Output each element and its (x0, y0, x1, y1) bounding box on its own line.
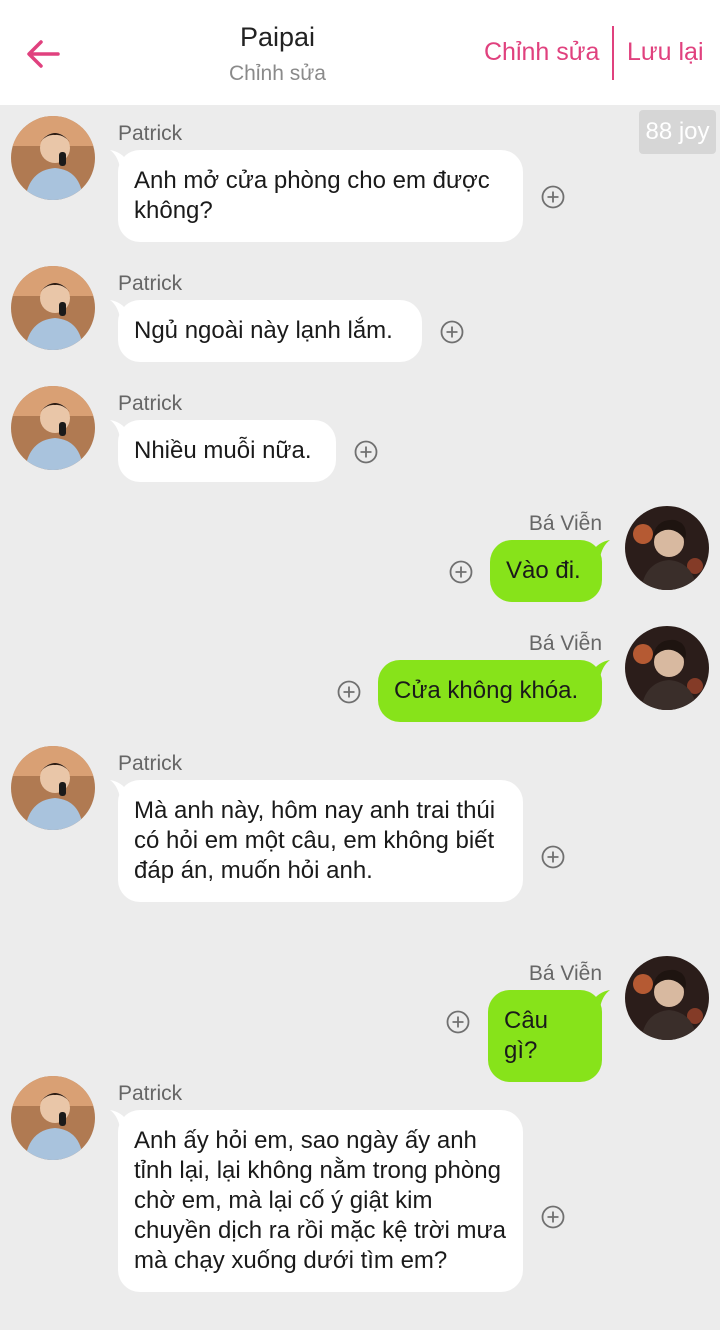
message-bubble[interactable]: Anh mở cửa phòng cho em được không? (118, 150, 523, 242)
message-bubble[interactable]: Anh ấy hỏi em, sao ngày ấy anh tỉnh lại,… (118, 1110, 523, 1292)
sender-name: Patrick (118, 392, 183, 415)
add-circle-icon[interactable] (337, 680, 361, 704)
avatar-patrick[interactable] (11, 746, 95, 830)
add-circle-icon[interactable] (354, 440, 378, 464)
message-row: Bá Viễn Vào đi. (0, 504, 720, 614)
header-divider (612, 26, 614, 80)
chat-header: Paipai Chỉnh sửa Chỉnh sửa Lưu lại (0, 0, 720, 105)
chat-title: Paipai (239, 22, 316, 52)
message-bubble[interactable]: Nhiều muỗi nữa. (118, 420, 336, 482)
message-row: Bá Viễn Cửa không khóa. (0, 624, 720, 734)
sender-name: Patrick (118, 752, 183, 775)
sender-name: Bá Viễn (528, 512, 602, 535)
avatar-ba-vien[interactable] (625, 626, 709, 710)
message-row: Patrick Mà anh này, hôm nay anh trai thú… (0, 744, 720, 944)
add-circle-icon[interactable] (541, 845, 565, 869)
message-row: Patrick Anh ấy hỏi em, sao ngày ấy anh t… (0, 1074, 720, 1330)
sender-name: Bá Viễn (528, 632, 602, 655)
sender-name: Bá Viễn (528, 962, 602, 985)
avatar-ba-vien[interactable] (625, 956, 709, 1040)
avatar-patrick[interactable] (11, 116, 95, 200)
message-bubble[interactable]: Ngủ ngoài này lạnh lắm. (118, 300, 422, 362)
message-row: Bá Viễn Câu gì? (0, 954, 720, 1082)
avatar-ba-vien[interactable] (625, 506, 709, 590)
save-button[interactable]: Lưu lại (627, 38, 704, 67)
message-bubble[interactable]: Vào đi. (490, 540, 602, 602)
add-circle-icon[interactable] (541, 185, 565, 209)
sender-name: Patrick (118, 1082, 183, 1105)
sender-name: Patrick (118, 122, 183, 145)
message-bubble[interactable]: Mà anh này, hôm nay anh trai thúi có hỏi… (118, 780, 523, 902)
add-circle-icon[interactable] (446, 1010, 470, 1034)
message-row: Patrick Ngủ ngoài này lạnh lắm. (0, 264, 720, 374)
message-bubble[interactable]: Cửa không khóa. (378, 660, 602, 722)
add-circle-icon[interactable] (440, 320, 464, 344)
add-circle-icon[interactable] (449, 560, 473, 584)
message-row: Patrick Anh mở cửa phòng cho em được khô… (0, 114, 720, 249)
avatar-patrick[interactable] (11, 386, 95, 470)
avatar-patrick[interactable] (11, 266, 95, 350)
avatar-patrick[interactable] (11, 1076, 95, 1160)
sender-name: Patrick (118, 272, 183, 295)
chat-subtitle: Chỉnh sửa (229, 62, 326, 85)
edit-button[interactable]: Chỉnh sửa (484, 38, 599, 67)
message-row: Patrick Nhiều muỗi nữa. (0, 384, 720, 494)
message-bubble[interactable]: Câu gì? (488, 990, 602, 1082)
add-circle-icon[interactable] (541, 1205, 565, 1229)
